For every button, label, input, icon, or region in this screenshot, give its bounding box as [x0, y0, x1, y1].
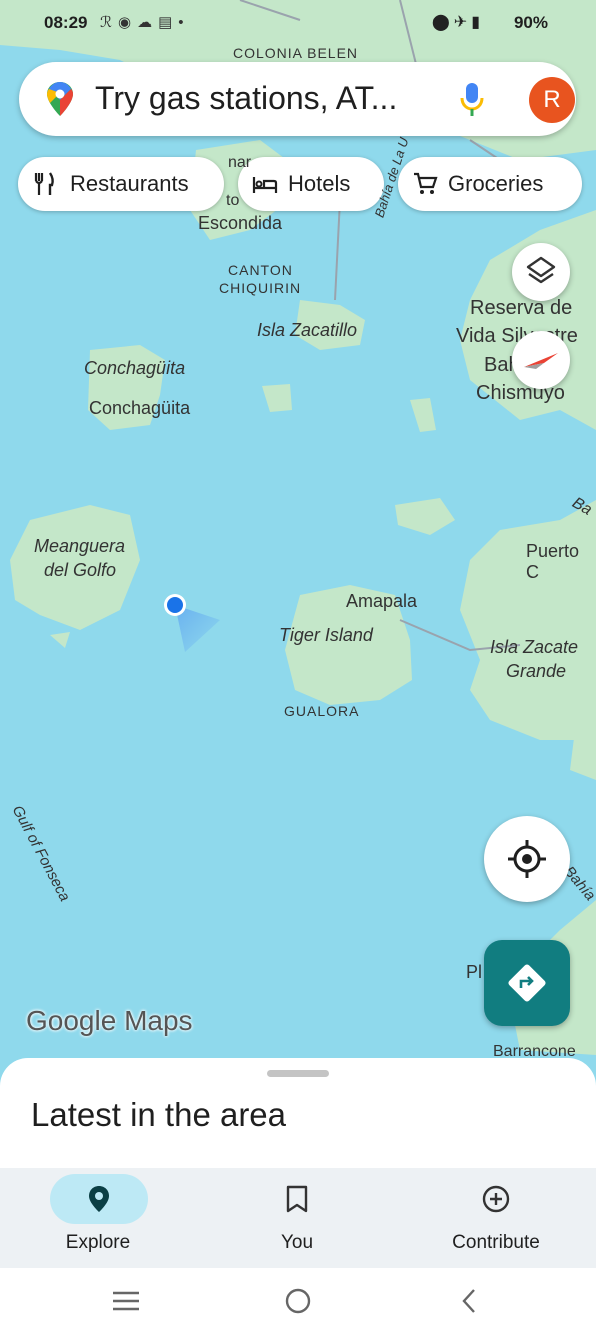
status-time: 08:29: [44, 13, 88, 32]
drag-handle[interactable]: [267, 1070, 329, 1077]
tab-label: Contribute: [452, 1232, 540, 1253]
layers-icon: [526, 256, 556, 284]
map-label: CANTON: [228, 262, 293, 278]
map-label: Grande: [506, 661, 567, 681]
recent-apps-icon[interactable]: [111, 1289, 141, 1313]
layers-button[interactable]: [512, 243, 570, 301]
map-label: Gulf of Fonseca: [8, 802, 74, 905]
r-app-icon: ℛ: [100, 14, 118, 31]
map-label: Tiger Island: [279, 625, 373, 645]
map-label: Isla Zacate: [490, 637, 579, 657]
tab-contribute[interactable]: Contribute: [398, 1168, 594, 1268]
bookmark-icon: [286, 1185, 308, 1213]
airplane-icon: ✈: [453, 14, 472, 31]
location-status-icon: ⬤: [431, 14, 454, 31]
map-label: Pl: [466, 962, 483, 982]
map-label: Conchagüita: [89, 398, 191, 418]
tab-label: Explore: [65, 1232, 131, 1253]
map-label: Isla Zacatillo: [257, 320, 358, 340]
add-circle-icon: [482, 1185, 510, 1213]
map-label: CHIQUIRIN: [219, 280, 302, 296]
crosshair-icon: [508, 840, 546, 878]
avatar[interactable]: R: [529, 77, 575, 123]
google-maps-pin-icon: [47, 82, 73, 116]
map-label: GUALORA: [284, 703, 360, 719]
map-label: Bahía de La U: [371, 135, 412, 220]
map-label: Puerto C: [526, 541, 580, 582]
compass-icon: [524, 353, 558, 369]
sheet-title: Latest in the area: [31, 1096, 287, 1133]
location-marker: [164, 594, 220, 652]
explore-pin-icon: [89, 1186, 109, 1212]
map-label: to: [226, 192, 240, 209]
compass-button[interactable]: [512, 331, 570, 389]
mic-icon[interactable]: [459, 80, 485, 118]
directions-button[interactable]: [484, 940, 570, 1026]
bottom-sheet[interactable]: Latest in the area: [0, 1058, 596, 1168]
tab-explore[interactable]: Explore: [0, 1168, 196, 1268]
back-icon[interactable]: [459, 1286, 479, 1316]
status-left-icons: ℛ◉☁▤•: [100, 13, 190, 31]
map-label: nar: [228, 154, 252, 171]
map-label: Amapala: [346, 591, 418, 611]
map-label: Conchagüita: [84, 358, 186, 378]
google-maps-logo: Google Maps: [26, 1005, 193, 1036]
tab-you[interactable]: You: [199, 1168, 395, 1268]
map-label: Meanguera: [34, 536, 126, 556]
search-bar[interactable]: Try gas stations, AT... R: [19, 62, 576, 136]
system-nav-bar: [0, 1268, 596, 1334]
map-label: Escondida: [198, 213, 283, 233]
battery-level: 90%: [513, 13, 548, 32]
tab-label: You: [280, 1232, 314, 1253]
directions-icon: [508, 964, 546, 1002]
map-label: del Golfo: [44, 560, 117, 580]
status-right-icons: ⬤✈▮: [432, 12, 484, 32]
status-bar: 08:29 ℛ◉☁▤• ⬤✈▮ 90%: [0, 0, 596, 44]
map-label: COLONIA BELEN: [233, 45, 359, 61]
battery-icon: ▮: [471, 14, 484, 31]
home-icon[interactable]: [283, 1286, 313, 1316]
circle-app-icon: ◉: [117, 14, 138, 31]
cloud-icon: ☁: [137, 14, 159, 31]
window-icon: ▤: [158, 14, 179, 31]
search-input[interactable]: Try gas stations, AT...: [95, 80, 397, 117]
my-location-button[interactable]: [484, 816, 570, 902]
map-label: Ba: [569, 494, 595, 519]
bottom-nav: Explore You Contribute: [0, 1168, 596, 1268]
dot-icon: •: [178, 14, 190, 31]
